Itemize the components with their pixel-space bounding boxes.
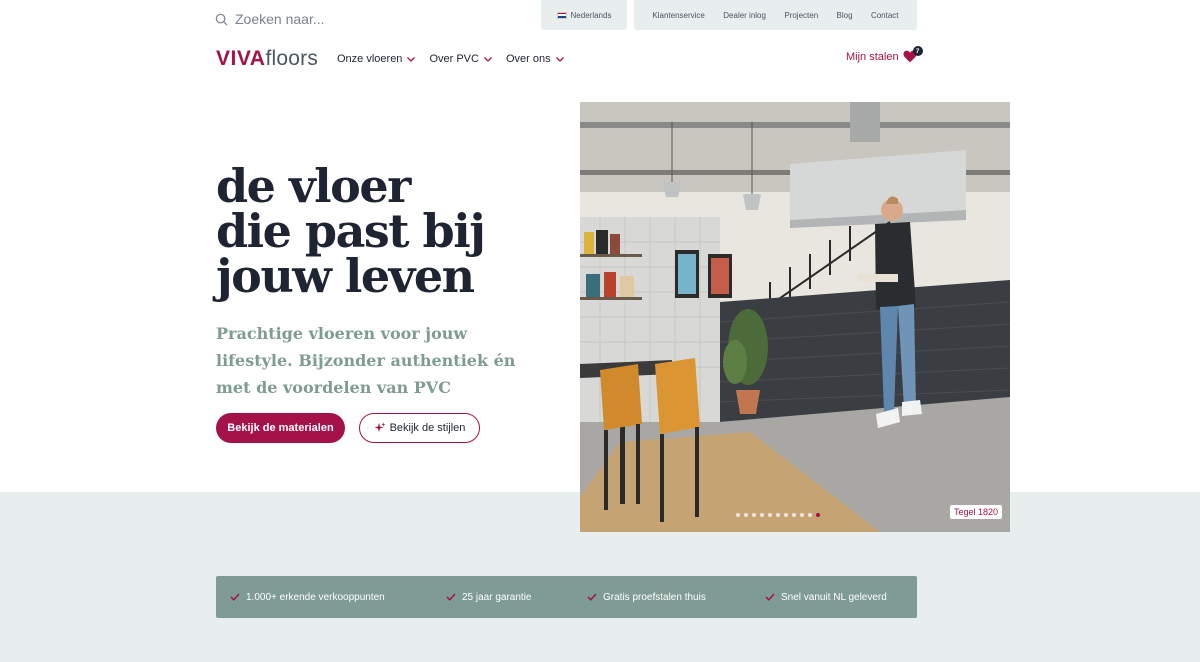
slider-dot[interactable]: [768, 513, 772, 517]
search-input[interactable]: [235, 11, 475, 27]
view-materials-button[interactable]: Bekijk de materialen: [216, 413, 345, 443]
search-icon: [215, 13, 228, 25]
logo[interactable]: VIVAfloors: [216, 47, 318, 71]
view-styles-button[interactable]: Bekijk de stijlen: [359, 413, 480, 443]
slider-dot[interactable]: [776, 513, 780, 517]
slider-dots: [736, 513, 820, 517]
hero-title-line: jouw leven: [216, 249, 475, 303]
usp-label: Snel vanuit NL geleverd: [781, 591, 887, 603]
samples-count-badge: 7: [912, 46, 923, 56]
heart-icon: 7: [903, 46, 923, 64]
view-styles-label: Bekijk de stijlen: [389, 422, 466, 434]
nav-item-label: Over PVC: [429, 53, 479, 65]
product-tag[interactable]: Tegel 1820: [950, 505, 1003, 519]
nav-item-label: Onze vloeren: [337, 53, 403, 65]
slider-dot[interactable]: [800, 513, 804, 517]
nav-item-onze-vloeren[interactable]: Onze vloeren: [337, 53, 416, 65]
sparkle-icon: [374, 422, 386, 432]
main-nav: Onze vloeren Over PVC Over ons: [337, 53, 564, 65]
hero-subtitle: Prachtige vloeren voor jouw lifestyle. B…: [216, 324, 516, 397]
usp-bar: 1.000+ erkende verkooppunten 25 jaar gar…: [216, 576, 917, 618]
slider-dot[interactable]: [808, 513, 812, 517]
logo-part-viva: VIVA: [216, 47, 266, 70]
slider-dot[interactable]: [816, 513, 820, 517]
search-bar[interactable]: [215, 8, 515, 30]
my-samples-label: Mijn stalen: [846, 51, 899, 63]
slider-dot[interactable]: [760, 513, 764, 517]
language-selector[interactable]: Nederlands: [541, 0, 627, 30]
toplink-contact[interactable]: Contact: [871, 11, 899, 20]
chevron-down-icon: [407, 56, 416, 62]
hero-image: [580, 102, 1010, 532]
nav-item-label: Over ons: [505, 53, 551, 65]
slider-dot[interactable]: [752, 513, 756, 517]
slider-dot[interactable]: [784, 513, 788, 517]
language-label: Nederlands: [570, 10, 612, 20]
slider-dot[interactable]: [744, 513, 748, 517]
usp-label: Gratis proefstalen thuis: [603, 591, 706, 603]
nav-item-over-pvc[interactable]: Over PVC: [429, 53, 492, 65]
toplink-dealer-inlog[interactable]: Dealer inlog: [723, 11, 766, 20]
checkmark-icon: [446, 593, 456, 601]
chevron-down-icon: [483, 56, 492, 62]
usp-label: 25 jaar garantie: [462, 591, 532, 603]
usp-item: Gratis proefstalen thuis: [587, 592, 706, 603]
hero-title: de vloer die past bij jouw leven: [216, 159, 486, 303]
slider-dot[interactable]: [736, 513, 740, 517]
usp-label: 1.000+ erkende verkooppunten: [246, 591, 385, 603]
usp-item: 1.000+ erkende verkooppunten: [230, 592, 385, 603]
chevron-down-icon: [555, 56, 564, 62]
top-links: Klantenservice Dealer inlog Projecten Bl…: [634, 0, 917, 30]
checkmark-icon: [230, 593, 240, 601]
toplink-klantenservice[interactable]: Klantenservice: [652, 11, 704, 20]
toplink-blog[interactable]: Blog: [837, 11, 853, 20]
checkmark-icon: [587, 593, 597, 601]
nav-item-over-ons[interactable]: Over ons: [506, 53, 564, 65]
dutch-flag-icon: [556, 11, 567, 19]
usp-item: Snel vanuit NL geleverd: [765, 592, 887, 603]
hero-title-line: die past bij: [216, 204, 486, 258]
hero-title-line: de vloer: [216, 159, 411, 213]
logo-part-floors: floors: [265, 47, 319, 70]
usp-item: 25 jaar garantie: [446, 592, 532, 603]
checkmark-icon: [765, 593, 775, 601]
toplink-projecten[interactable]: Projecten: [784, 11, 818, 20]
my-samples-link[interactable]: Mijn stalen 7: [846, 46, 923, 64]
slider-dot[interactable]: [792, 513, 796, 517]
